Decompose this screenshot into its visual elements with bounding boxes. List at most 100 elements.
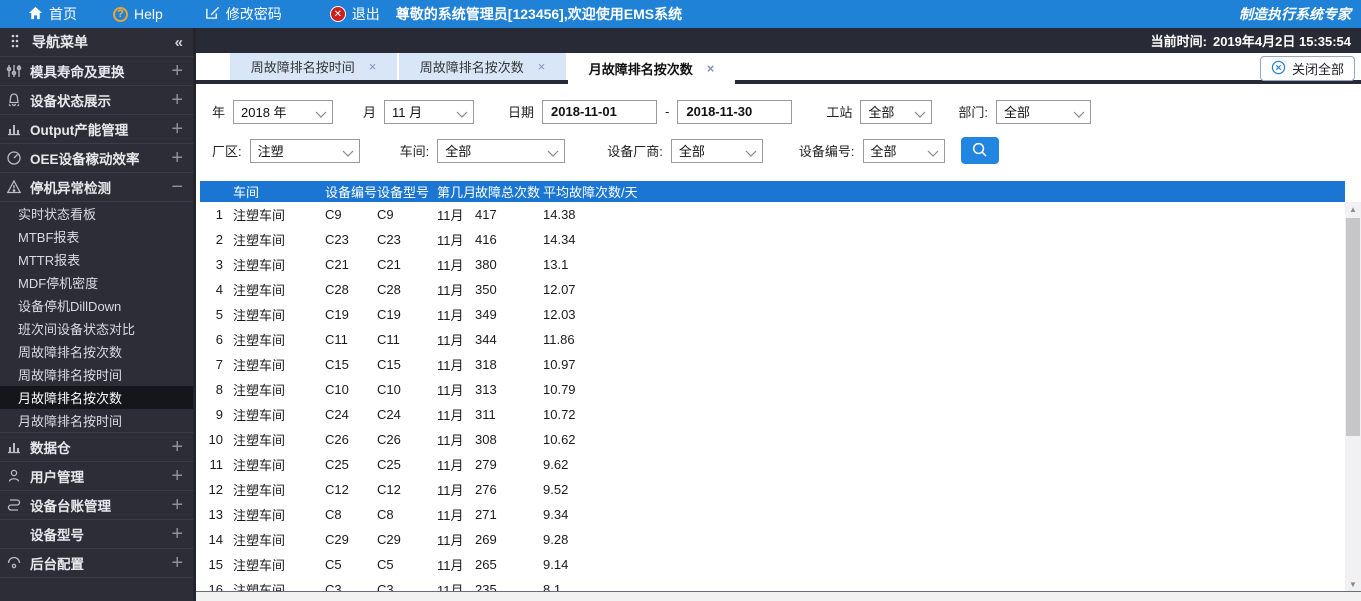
scroll-up-icon[interactable]: ▲ bbox=[1345, 202, 1361, 216]
search-icon bbox=[971, 141, 988, 161]
cell-rank: 4 bbox=[215, 282, 223, 297]
table-header-cell[interactable]: 设备编号 bbox=[325, 181, 377, 202]
table-row[interactable]: 11 注塑车间 C25 C25 11月 279 9.62 bbox=[200, 452, 1345, 477]
sidebar-submenu-item[interactable]: 班次间设备状态对比 bbox=[0, 317, 193, 340]
expand-toggle-icon[interactable]: + bbox=[171, 119, 183, 139]
expand-toggle-icon[interactable]: + bbox=[171, 437, 183, 457]
change-password-button[interactable]: 修改密码 bbox=[205, 4, 282, 24]
sidebar-group-item[interactable]: 设备台账管理 + bbox=[0, 491, 193, 520]
table-row[interactable]: 6 注塑车间 C11 C11 11月 344 11.86 bbox=[200, 327, 1345, 352]
sidebar-submenu-item[interactable]: 实时状态看板 bbox=[0, 202, 193, 225]
sidebar-submenu-item[interactable]: 月故障排名按次数 bbox=[0, 386, 193, 409]
cell-month: 11月 bbox=[437, 583, 464, 591]
cell-avg-per-day: 9.28 bbox=[543, 532, 569, 547]
sidebar-submenu-item[interactable]: 设备停机DillDown bbox=[0, 294, 193, 317]
table-header-cell[interactable] bbox=[200, 181, 233, 202]
sidebar-group-item[interactable]: 数据仓 + bbox=[0, 433, 193, 462]
table-header-cell[interactable]: 车间 bbox=[233, 181, 325, 202]
top-bar: 首页 ? Help 修改密码 ✕ 退出 尊敬的系统管理员[123456],欢迎使… bbox=[0, 0, 1361, 28]
sidebar-submenu-item[interactable]: 周故障排名按时间 bbox=[0, 363, 193, 386]
table-row[interactable]: 14 注塑车间 C29 C29 11月 269 9.28 bbox=[200, 527, 1345, 552]
cell-workshop: 注塑车间 bbox=[233, 358, 286, 373]
table-row[interactable]: 15 注塑车间 C5 C5 11月 265 9.14 bbox=[200, 552, 1345, 577]
expand-toggle-icon[interactable]: + bbox=[171, 90, 183, 110]
expand-toggle-icon[interactable]: + bbox=[171, 61, 183, 81]
expand-toggle-icon[interactable]: + bbox=[171, 524, 183, 544]
sidebar-group-item[interactable]: Output产能管理 + bbox=[0, 115, 193, 144]
tab-label: 周故障排名按时间 bbox=[250, 60, 355, 75]
table-row[interactable]: 4 注塑车间 C28 C28 11月 350 12.07 bbox=[200, 277, 1345, 302]
sidebar-submenu-item[interactable]: MTTR报表 bbox=[0, 248, 193, 271]
table-row[interactable]: 8 注塑车间 C10 C10 11月 313 10.79 bbox=[200, 377, 1345, 402]
date-to-input[interactable]: 2018-11-30 bbox=[677, 99, 793, 124]
table-row[interactable]: 13 注塑车间 C8 C8 11月 271 9.34 bbox=[200, 502, 1345, 527]
sidebar-group-item[interactable]: 模具寿命及更换 + bbox=[0, 57, 193, 86]
sidebar-submenu-item[interactable]: MTBF报表 bbox=[0, 225, 193, 248]
table-row[interactable]: 7 注塑车间 C15 C15 11月 318 10.97 bbox=[200, 352, 1345, 377]
sidebar-group-item[interactable]: 设备型号 + bbox=[0, 520, 193, 549]
tab[interactable]: 周故障排名按时间 × bbox=[230, 53, 397, 80]
sidebar-submenu-label: 周故障排名按次数 bbox=[18, 345, 123, 360]
home-button[interactable]: 首页 bbox=[28, 4, 77, 24]
sidebar-group-item[interactable]: 用户管理 + bbox=[0, 462, 193, 491]
search-button[interactable] bbox=[960, 137, 999, 164]
cell-avg-per-day: 14.38 bbox=[543, 207, 576, 222]
sidebar-group-item[interactable]: OEE设备稼动效率 + bbox=[0, 144, 193, 173]
sidebar-group-item[interactable]: 后台配置 + bbox=[0, 549, 193, 578]
area-select[interactable]: 注塑 bbox=[249, 138, 360, 163]
sidebar-group-item[interactable]: 停机异常检测 − bbox=[0, 173, 193, 202]
table-row[interactable]: 9 注塑车间 C24 C24 11月 311 10.72 bbox=[200, 402, 1345, 427]
date-from-input[interactable]: 2018-11-01 bbox=[542, 99, 658, 124]
table-row[interactable]: 2 注塑车间 C23 C23 11月 416 14.34 bbox=[200, 227, 1345, 252]
expand-toggle-icon[interactable]: − bbox=[171, 177, 183, 197]
cell-fault-count: 276 bbox=[475, 482, 497, 497]
table-header-cell[interactable]: 第几月 bbox=[437, 181, 476, 202]
close-all-button[interactable]: 关闭全部 bbox=[1259, 56, 1355, 81]
sidebar-group-label: 设备型号 bbox=[30, 528, 84, 543]
tab[interactable]: 月故障排名按次数 × bbox=[568, 53, 735, 84]
scroll-down-icon[interactable]: ▼ bbox=[1345, 577, 1361, 591]
cell-rank: 12 bbox=[208, 482, 223, 497]
table-header-cell[interactable]: 设备型号 bbox=[377, 181, 437, 202]
table-row[interactable]: 10 注塑车间 C26 C26 11月 308 10.62 bbox=[200, 427, 1345, 452]
workshop-select[interactable]: 全部 bbox=[437, 138, 566, 163]
sidebar-submenu-item[interactable]: 月故障排名按时间 bbox=[0, 409, 193, 432]
tab-close-icon[interactable]: × bbox=[369, 59, 377, 74]
expand-toggle-icon[interactable]: + bbox=[171, 495, 183, 515]
cell-device-model: C11 bbox=[377, 332, 400, 347]
table-row[interactable]: 16 注塑车间 C3 C3 11月 235 8.1 bbox=[200, 577, 1345, 591]
department-select[interactable]: 全部 bbox=[996, 99, 1092, 124]
cell-device-model: C23 bbox=[377, 232, 401, 247]
station-select[interactable]: 全部 bbox=[860, 99, 933, 124]
vendor-select[interactable]: 全部 bbox=[670, 138, 763, 163]
table-header-cell[interactable]: 故障总次数 bbox=[475, 181, 543, 202]
tab-close-icon[interactable]: × bbox=[538, 59, 546, 74]
table-row[interactable]: 12 注塑车间 C12 C12 11月 276 9.52 bbox=[200, 477, 1345, 502]
sidebar-submenu-label: 实时状态看板 bbox=[18, 207, 97, 222]
sidebar-submenu-item[interactable]: MDF停机密度 bbox=[0, 271, 193, 294]
month-select[interactable]: 11 月 bbox=[384, 99, 475, 124]
table-row[interactable]: 3 注塑车间 C21 C21 11月 380 13.1 bbox=[200, 252, 1345, 277]
device-number-select[interactable]: 全部 bbox=[862, 138, 945, 163]
tab-close-icon[interactable]: × bbox=[707, 61, 715, 76]
tab[interactable]: 周故障排名按次数 × bbox=[399, 53, 566, 80]
sidebar-submenu-label: 设备停机DillDown bbox=[18, 299, 122, 314]
scrollbar-thumb[interactable] bbox=[1346, 218, 1360, 436]
cell-device-model: C25 bbox=[377, 457, 401, 472]
year-select[interactable]: 2018 年 bbox=[233, 99, 334, 124]
cell-fault-count: 269 bbox=[475, 532, 497, 547]
table-row[interactable]: 1 注塑车间 C9 C9 11月 417 14.38 bbox=[200, 202, 1345, 227]
cell-device-no: C28 bbox=[325, 282, 349, 297]
year-value: 2018 年 bbox=[241, 105, 287, 120]
vertical-scrollbar[interactable]: ▲ ▼ bbox=[1345, 202, 1361, 591]
sidebar-submenu-item[interactable]: 周故障排名按次数 bbox=[0, 340, 193, 363]
expand-toggle-icon[interactable]: + bbox=[171, 553, 183, 573]
table-row[interactable]: 5 注塑车间 C19 C19 11月 349 12.03 bbox=[200, 302, 1345, 327]
expand-toggle-icon[interactable]: + bbox=[171, 466, 183, 486]
sidebar-collapse-icon[interactable]: « bbox=[175, 34, 183, 51]
table-header-cell[interactable]: 平均故障次数/天 bbox=[543, 181, 1345, 202]
help-button[interactable]: ? Help bbox=[113, 6, 163, 22]
expand-toggle-icon[interactable]: + bbox=[171, 148, 183, 168]
sidebar-group-item[interactable]: 设备状态展示 + bbox=[0, 86, 193, 115]
logout-button[interactable]: ✕ 退出 bbox=[329, 4, 380, 24]
